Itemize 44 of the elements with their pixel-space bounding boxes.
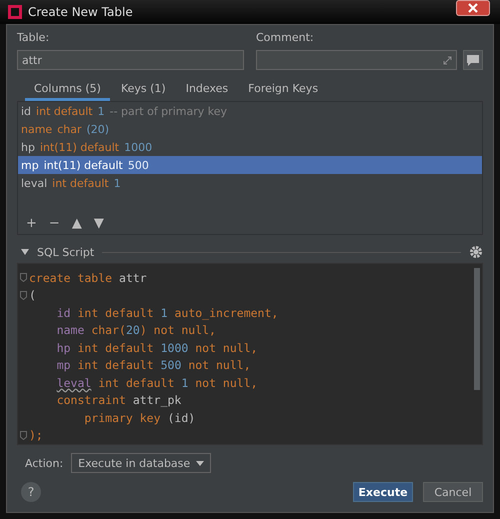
close-button[interactable]: [456, 0, 490, 16]
tab[interactable]: Indexes: [176, 78, 238, 101]
comment-label: Comment:: [256, 31, 315, 44]
action-dropdown[interactable]: Execute in database: [71, 453, 212, 473]
column-row[interactable]: name char (20): [18, 120, 482, 138]
code-line: name char(20) not null,: [56, 323, 216, 338]
minus-button[interactable]: −: [44, 216, 64, 231]
column-row[interactable]: mp int(11) default 500: [18, 156, 482, 174]
column-row[interactable]: leval int default 1: [18, 174, 482, 192]
settings-icon[interactable]: [469, 245, 483, 259]
scrollbar[interactable]: [474, 268, 480, 390]
execute-button[interactable]: Execute: [353, 482, 413, 502]
caret-icon: [196, 460, 204, 466]
window-title: Create New Table: [28, 5, 134, 19]
close-icon: [468, 3, 478, 13]
code-line: constraint attr_pk: [56, 393, 182, 408]
table-label: Table:: [17, 31, 50, 44]
down-button[interactable]: ▼: [90, 216, 108, 231]
expand-icon: [443, 56, 452, 64]
section-title: SQL Script: [37, 246, 94, 258]
comment-field[interactable]: [256, 50, 457, 70]
fold-icon[interactable]: [20, 430, 27, 440]
column-row[interactable]: hp int(11) default 1000: [18, 138, 482, 156]
comment-button[interactable]: [463, 50, 483, 70]
app-icon: [8, 5, 22, 19]
code-line: (: [29, 288, 36, 302]
column-row[interactable]: id int default 1 -- part of primary key: [18, 102, 482, 120]
cancel-button[interactable]: Cancel: [423, 482, 483, 502]
speech-bubble-icon: [467, 54, 479, 66]
tab[interactable]: Keys (1): [112, 78, 175, 101]
code-line: create table attr: [29, 270, 147, 285]
collapse-caret-icon[interactable]: [21, 249, 29, 255]
plus-button[interactable]: +: [22, 216, 41, 231]
tab[interactable]: Foreign Keys: [239, 78, 328, 101]
table-name-field[interactable]: attr: [17, 50, 244, 70]
code-line: hp int default 1000 not null,: [56, 340, 258, 355]
code-line: );: [29, 428, 43, 442]
code-line: leval int default 1 not null,: [56, 376, 258, 390]
code-line: id int default 1 auto_increment,: [56, 306, 278, 320]
code-line: primary key (id): [83, 410, 196, 425]
up-button[interactable]: ▲: [68, 216, 86, 231]
help-button[interactable]: ?: [21, 482, 41, 502]
code-line: mp int default 500 not null,: [56, 358, 251, 372]
action-label: Action:: [25, 456, 64, 470]
